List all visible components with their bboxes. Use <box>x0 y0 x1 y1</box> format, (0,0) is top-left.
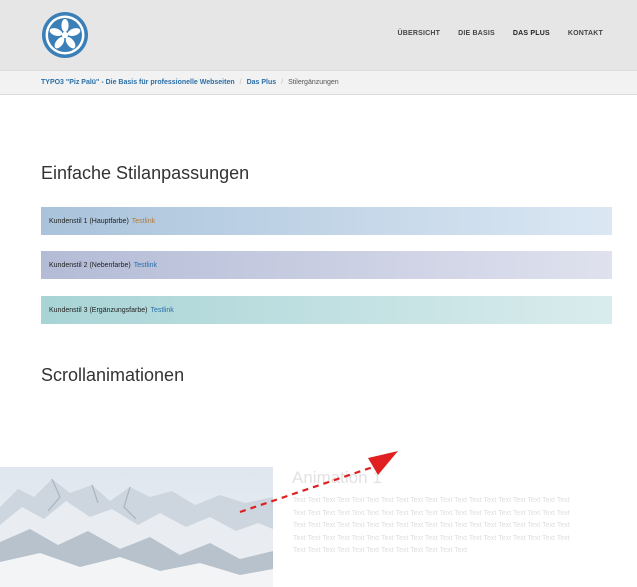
nav-item-die-basis[interactable]: DIE BASIS <box>458 30 495 37</box>
site-header: ÜBERSICHT DIE BASIS DAS PLUS KONTAKT <box>0 0 637 70</box>
testlink[interactable]: Testlink <box>150 307 173 314</box>
style-box-text: Kundenstil 3 (Ergänzungsfarbe) <box>49 306 148 314</box>
red-arrow-icon <box>239 451 398 514</box>
nav-item-uebersicht[interactable]: ÜBERSICHT <box>397 30 440 37</box>
main-nav: ÜBERSICHT DIE BASIS DAS PLUS KONTAKT <box>379 30 603 37</box>
section-title-simple-styles: Einfache Stilanpassungen <box>41 163 250 183</box>
mountain-image <box>0 467 273 587</box>
style-box-1: Kundenstil 1 (Hauptfarbe) Testlink <box>41 207 612 235</box>
breadcrumb-current: Stilergänzungen <box>288 79 339 86</box>
style-box-3: Kundenstil 3 (Ergänzungsfarbe) Testlink <box>41 296 612 324</box>
style-box-2: Kundenstil 2 (Nebenfarbe) Testlink <box>41 251 612 279</box>
style-box-text: Kundenstil 2 (Nebenfarbe) <box>49 261 131 269</box>
testlink[interactable]: Testlink <box>134 262 157 269</box>
breadcrumb: TYPO3 "Piz Palü" - Die Basis für profess… <box>0 70 637 95</box>
breadcrumb-separator: / <box>281 79 284 86</box>
breadcrumb-link-home[interactable]: TYPO3 "Piz Palü" - Die Basis für profess… <box>41 79 235 86</box>
breadcrumb-link-das-plus[interactable]: Das Plus <box>247 79 277 86</box>
breadcrumb-separator: / <box>239 79 242 86</box>
style-box-text: Kundenstil 1 (Hauptfarbe) <box>49 217 129 225</box>
nav-item-kontakt[interactable]: KONTAKT <box>568 30 603 37</box>
nav-item-das-plus[interactable]: DAS PLUS <box>513 30 550 37</box>
logo-icon[interactable] <box>41 11 89 59</box>
testlink[interactable]: Testlink <box>132 218 155 225</box>
section-title-scroll-animations: Scrollanimationen <box>41 365 185 385</box>
